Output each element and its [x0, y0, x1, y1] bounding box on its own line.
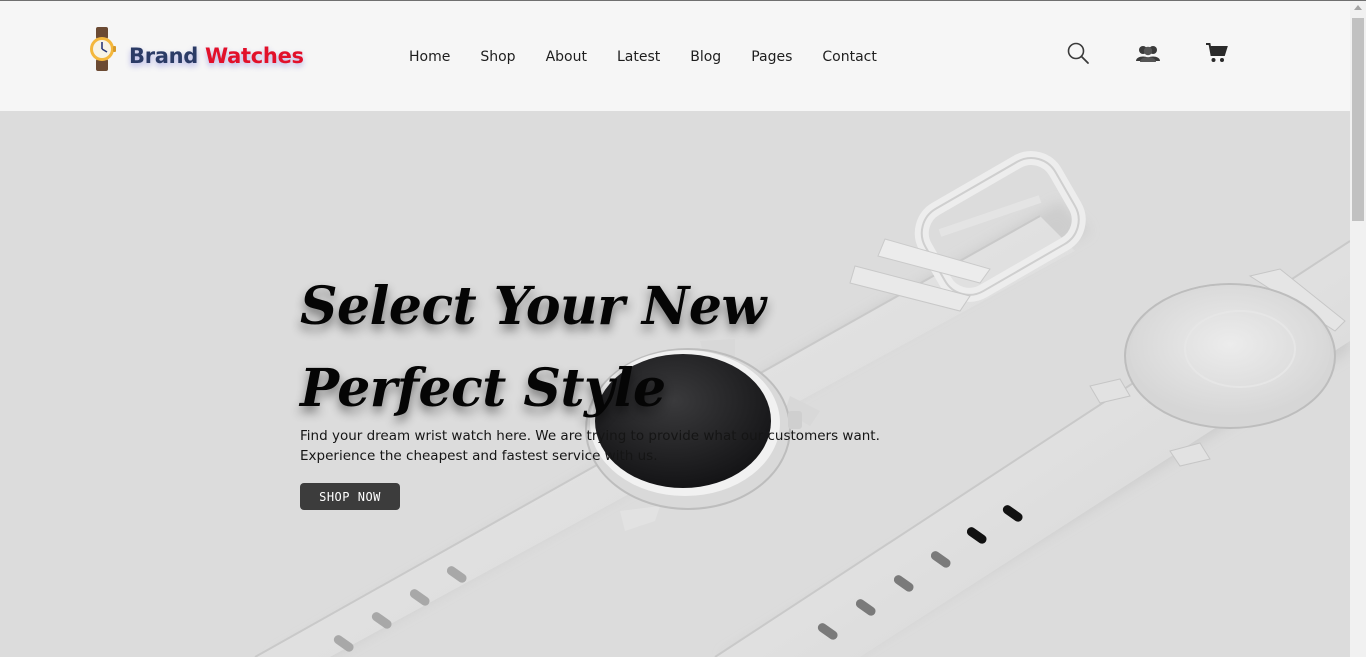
nav-about[interactable]: About: [546, 49, 587, 65]
hero-desc-line1: Find your dream wrist watch here. We are…: [300, 428, 880, 444]
search-icon[interactable]: [1066, 41, 1090, 65]
cart-icon[interactable]: [1205, 41, 1229, 65]
hero-title-line2: Perfect Style: [300, 358, 666, 419]
nav-home[interactable]: Home: [409, 49, 450, 65]
nav-contact[interactable]: Contact: [822, 49, 876, 65]
brand-name-part2: Watches: [205, 44, 304, 68]
scroll-up-icon[interactable]: [1354, 5, 1362, 10]
brand-name-part1: Brand: [129, 44, 199, 68]
main-nav: Home Shop About Latest Blog Pages Contac…: [394, 49, 892, 65]
nav-blog[interactable]: Blog: [690, 49, 721, 65]
hero-title: Select Your New Perfect Style: [300, 266, 766, 430]
hero-banner: Select Your New Perfect Style Find your …: [0, 111, 1350, 657]
wristwatch-icon: [86, 25, 120, 73]
brand-logo[interactable]: Brand Watches: [86, 19, 304, 79]
brand-name: Brand Watches: [129, 44, 304, 68]
hero-desc-line2: Experience the cheapest and fastest serv…: [300, 448, 658, 464]
nav-latest[interactable]: Latest: [617, 49, 660, 65]
nav-pages[interactable]: Pages: [751, 49, 792, 65]
scrollbar-thumb[interactable]: [1352, 18, 1364, 221]
nav-shop[interactable]: Shop: [480, 49, 515, 65]
users-icon[interactable]: [1135, 44, 1161, 64]
hero-description: Find your dream wrist watch here. We are…: [300, 426, 880, 466]
shop-now-button[interactable]: SHOP NOW: [300, 483, 400, 510]
page-scrollbar[interactable]: [1350, 1, 1366, 657]
hero-title-line1: Select Your New: [300, 276, 766, 337]
site-header: Brand Watches Home Shop About Latest Blo…: [0, 1, 1350, 111]
